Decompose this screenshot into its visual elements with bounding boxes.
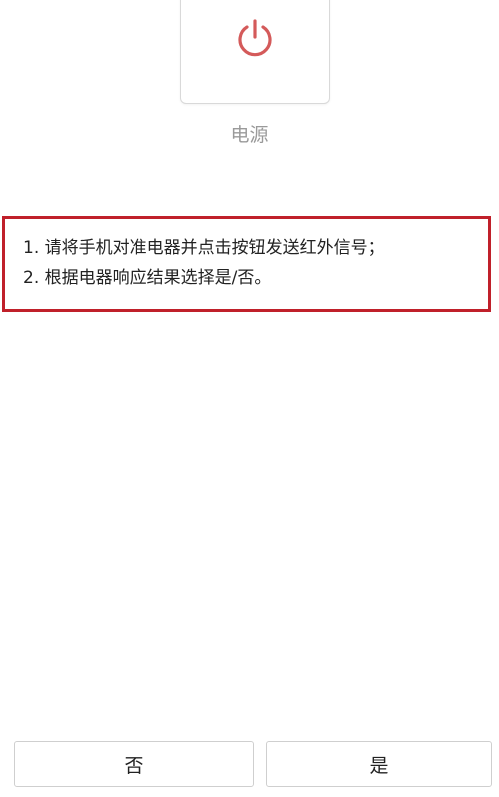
instruction-line-1: 1. 请将手机对准电器并点击按钮发送红外信号；	[23, 238, 385, 258]
power-label: 电源	[230, 124, 269, 146]
yes-button[interactable]: 是	[266, 741, 492, 787]
power-icon	[234, 17, 276, 59]
instruction-box: 1. 请将手机对准电器并点击按钮发送红外信号； 2. 根据电器响应结果选择是/否…	[2, 216, 491, 312]
no-button[interactable]: 否	[14, 741, 254, 787]
power-button-card[interactable]	[180, 0, 330, 104]
instruction-line-2: 2. 根据电器响应结果选择是/否。	[23, 268, 272, 288]
